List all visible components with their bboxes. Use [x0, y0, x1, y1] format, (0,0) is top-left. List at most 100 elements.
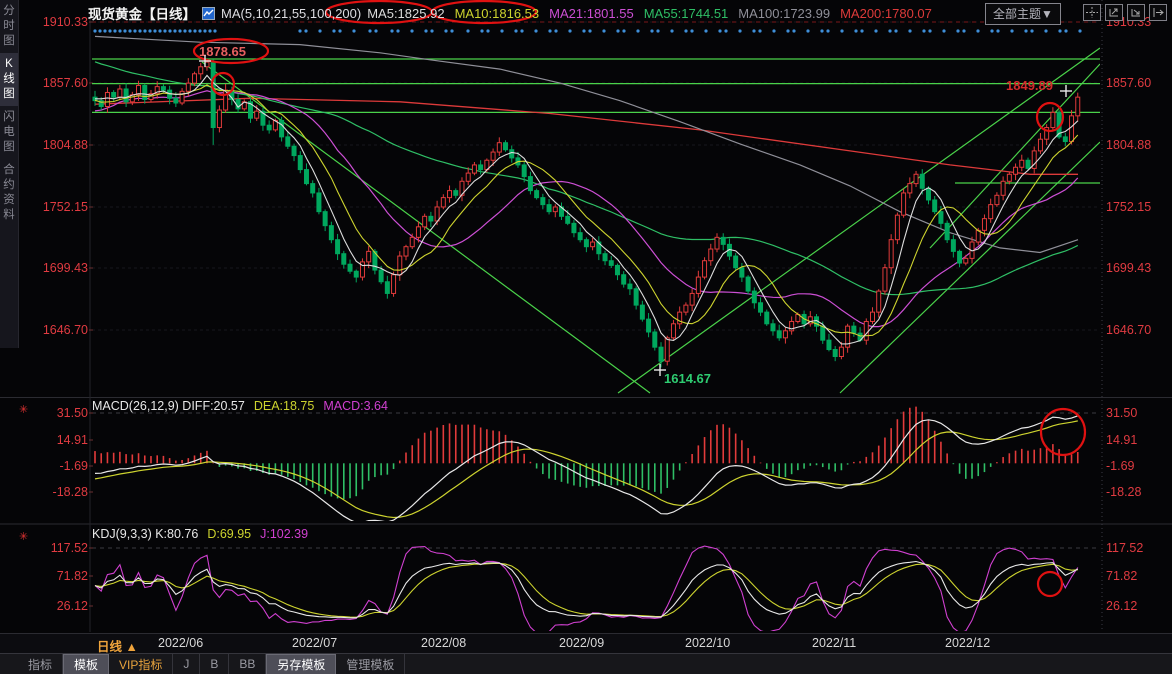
- event-dot: [368, 29, 371, 32]
- candle-body: [155, 87, 159, 94]
- event-dot: [962, 29, 965, 32]
- candle-body: [230, 90, 234, 99]
- candle-body: [398, 256, 402, 275]
- event-dot: [854, 29, 857, 32]
- price-axis-label: 1857.60: [1106, 76, 1151, 90]
- event-dot: [956, 29, 959, 32]
- toolbar-item-3[interactable]: J: [173, 654, 200, 674]
- theme-dropdown-button[interactable]: 全部主题▼: [985, 3, 1061, 25]
- candle-body: [703, 261, 707, 277]
- macd-value-1: DEA:18.75: [254, 399, 314, 413]
- candle-body: [597, 242, 601, 254]
- candle-body: [790, 321, 794, 330]
- candle-body: [771, 324, 775, 331]
- toolbar-item-6[interactable]: 另存模板: [266, 654, 336, 674]
- scale-left-icon[interactable]: [1105, 4, 1123, 21]
- toolbar-item-1[interactable]: 模板: [63, 654, 109, 674]
- candle-body: [1045, 128, 1049, 140]
- toolbar-item-5[interactable]: BB: [229, 654, 266, 674]
- candle-body: [684, 305, 688, 312]
- candle-body: [1032, 151, 1036, 169]
- macd-value-2: MACD:3.64: [323, 399, 388, 413]
- candle-body: [1070, 116, 1074, 142]
- candle-body: [815, 317, 819, 326]
- event-dot: [466, 29, 469, 32]
- toolbar-item-2[interactable]: VIP指标: [109, 654, 173, 674]
- highlight-circle: [212, 73, 234, 95]
- ma-value-1: MA5:1825.92: [367, 6, 444, 21]
- candle-body: [99, 101, 103, 107]
- macd-panel-settings-icon[interactable]: ✳: [19, 403, 28, 416]
- event-dot: [1044, 29, 1047, 32]
- event-dot: [178, 29, 181, 32]
- toolbar-item-0[interactable]: 指标: [18, 654, 63, 674]
- event-dot: [113, 29, 116, 32]
- event-dot: [928, 29, 931, 32]
- scale-right-icon[interactable]: [1127, 4, 1145, 21]
- price-axis-label: 1804.88: [43, 138, 88, 152]
- candle-body: [827, 340, 831, 349]
- sidebar-item-3[interactable]: 合约资料: [0, 159, 18, 227]
- candle-body: [423, 216, 427, 227]
- event-dot: [534, 29, 537, 32]
- event-dot: [616, 29, 619, 32]
- event-dot: [500, 29, 503, 32]
- candle-body: [671, 324, 675, 338]
- candle-body: [354, 271, 358, 277]
- macd-axis-label: -1.69: [1106, 459, 1135, 473]
- candle-body: [528, 177, 532, 191]
- macd-axis-label: -18.28: [53, 485, 88, 499]
- candle-body: [385, 282, 389, 294]
- toolbar-item-7[interactable]: 管理模板: [336, 654, 405, 674]
- pan-icon[interactable]: [1083, 4, 1101, 21]
- candle-body: [367, 251, 371, 262]
- macd-axis-label: 14.91: [1106, 433, 1137, 447]
- candle-body: [746, 277, 750, 291]
- candle-body: [416, 227, 420, 238]
- candle-body: [609, 261, 613, 266]
- event-dot: [123, 29, 126, 32]
- price-axis-label: 1699.43: [43, 261, 88, 275]
- candle-body: [808, 317, 812, 324]
- main-plot: [92, 48, 1100, 393]
- event-dot: [103, 29, 106, 32]
- event-dot: [374, 29, 377, 32]
- theme-dropdown-label: 全部主题▼: [993, 7, 1053, 21]
- price-annotation: 1878.65: [199, 44, 246, 59]
- event-dot: [656, 29, 659, 32]
- kdj-panel-settings-icon[interactable]: ✳: [19, 530, 28, 543]
- date-label-2022/07: 2022/07: [292, 636, 337, 650]
- candle-body: [479, 165, 483, 170]
- sidebar-item-2[interactable]: 闪电图: [0, 106, 18, 159]
- ma-params-label: MA(5,10,21,55,100,200): [221, 6, 361, 21]
- event-dot: [148, 29, 151, 32]
- macd-axis-label: 31.50: [1106, 406, 1137, 420]
- candle-body: [1063, 137, 1067, 142]
- event-dot: [486, 29, 489, 32]
- kdj-value-2: J:102.39: [260, 527, 308, 541]
- toolbar-item-4[interactable]: B: [200, 654, 229, 674]
- date-label-2022/12: 2022/12: [945, 636, 990, 650]
- candle-body: [149, 94, 153, 100]
- highlight-circle: [1037, 103, 1063, 131]
- candle-body: [392, 275, 396, 294]
- event-dot: [1024, 29, 1027, 32]
- candle-body: [889, 240, 893, 268]
- event-dot: [1010, 29, 1013, 32]
- candle-body: [976, 230, 980, 242]
- event-dot: [650, 29, 653, 32]
- date-label-2022/06: 2022/06: [158, 636, 203, 650]
- candle-body: [497, 143, 501, 152]
- popout-icon[interactable]: [1149, 4, 1167, 21]
- dea-line: [95, 421, 1078, 518]
- candle-body: [1057, 112, 1061, 137]
- event-dot: [173, 29, 176, 32]
- event-dot: [840, 29, 843, 32]
- highlight-circle: [1038, 572, 1062, 596]
- chart-type-icon[interactable]: [202, 7, 215, 20]
- sidebar-item-1[interactable]: K线图: [0, 53, 18, 106]
- highlight-circle: [194, 39, 268, 63]
- event-dot: [396, 29, 399, 32]
- sidebar-item-0[interactable]: 分时图: [0, 0, 18, 53]
- candle-body: [273, 121, 277, 130]
